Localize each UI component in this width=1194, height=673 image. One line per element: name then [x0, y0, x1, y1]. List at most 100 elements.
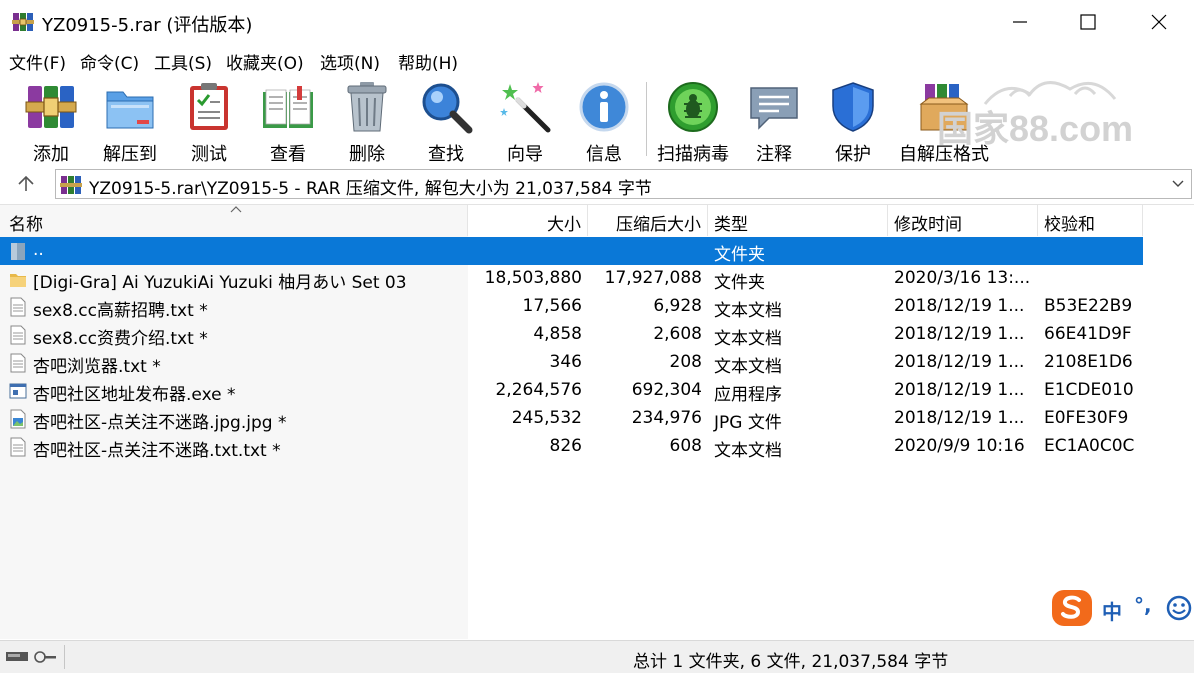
virus-scan-label: 扫描病毒: [657, 144, 729, 165]
column-header-size-label: 大小: [547, 215, 581, 235]
ime-punct-label[interactable]: °,: [1134, 593, 1152, 617]
text-file-icon: [10, 437, 26, 457]
title-bar[interactable]: YZ0915-5.rar (评估版本): [0, 0, 1194, 44]
file-crc: 2108E1D6: [1044, 352, 1133, 372]
up-one-level-button[interactable]: [10, 170, 42, 198]
add-label: 添加: [33, 144, 69, 165]
file-size: 17,566: [522, 296, 582, 316]
text-file-icon: [10, 353, 26, 373]
protect-label: 保护: [835, 144, 871, 165]
minimize-button[interactable]: [985, 0, 1055, 44]
file-modified: 2018/12/19 1...: [894, 380, 1025, 400]
view-book-icon: [263, 86, 313, 128]
wizard-button[interactable]: 向导: [486, 80, 564, 165]
minimize-icon: [1013, 21, 1027, 23]
file-crc: EC1A0C0C: [1044, 436, 1135, 456]
view-button[interactable]: 查看: [249, 80, 327, 165]
exe-file-icon: [9, 383, 27, 399]
menu-options[interactable]: 选项(N): [320, 49, 380, 74]
comment-button[interactable]: 注释: [735, 80, 813, 165]
file-modified: 2018/12/19 1...: [894, 408, 1025, 428]
window-title: YZ0915-5.rar (评估版本): [42, 15, 253, 36]
close-icon: [1151, 14, 1167, 30]
file-type: 文件夹: [714, 273, 765, 293]
menu-commands[interactable]: 命令(C): [80, 49, 139, 74]
delete-button[interactable]: 删除: [328, 80, 406, 165]
menu-file[interactable]: 文件(F): [9, 49, 66, 74]
file-type: 文本文档: [714, 329, 782, 349]
drive-lock-icon[interactable]: [6, 647, 58, 667]
table-row[interactable]: 杏吧社区地址发布器.exe * 2,264,576 692,304 应用程序 2…: [0, 377, 1143, 405]
virus-scan-button[interactable]: 扫描病毒: [654, 80, 732, 165]
file-packed-size: 6,928: [653, 296, 702, 316]
file-type: 应用程序: [714, 385, 782, 405]
maximize-button[interactable]: [1053, 0, 1123, 44]
column-header-name[interactable]: 名称: [0, 205, 468, 236]
column-header-modified[interactable]: 修改时间: [888, 205, 1038, 236]
file-size: 826: [549, 436, 582, 456]
table-row[interactable]: .. 文件夹: [0, 237, 1143, 265]
winrar-app-icon[interactable]: [12, 11, 34, 33]
table-row[interactable]: 杏吧浏览器.txt * 346 208 文本文档 2018/12/19 1...…: [0, 349, 1143, 377]
address-field[interactable]: YZ0915-5.rar\YZ0915-5 - RAR 压缩文件, 解包大小为 …: [55, 169, 1192, 199]
file-list[interactable]: 名称 大小 压缩后大小 类型 修改时间 校验和 .. 文件夹 [Digi-Gra…: [0, 204, 1194, 639]
extract-folder-icon: [106, 91, 154, 129]
list-header: 名称 大小 压缩后大小 类型 修改时间 校验和: [0, 205, 1143, 236]
file-name: sex8.cc高薪招聘.txt *: [33, 301, 208, 321]
status-summary: 总计 1 文件夹, 6 文件, 21,037,584 字节: [633, 652, 949, 672]
column-header-size[interactable]: 大小: [468, 205, 588, 236]
file-packed-size: 2,608: [653, 324, 702, 344]
file-type: JPG 文件: [714, 413, 782, 433]
smiley-icon[interactable]: [1166, 595, 1192, 621]
table-row[interactable]: [Digi-Gra] Ai YuzukiAi Yuzuki 柚月あい Set 0…: [0, 265, 1143, 293]
table-row[interactable]: sex8.cc高薪招聘.txt * 17,566 6,928 文本文档 2018…: [0, 293, 1143, 321]
watermark-text: 国家88.com: [937, 108, 1134, 149]
rar-archive-icon: [60, 176, 82, 194]
find-button[interactable]: 查找: [407, 80, 485, 165]
arrow-up-icon: [18, 175, 34, 191]
table-row[interactable]: 杏吧社区-点关注不迷路.txt.txt * 826 608 文本文档 2020/…: [0, 433, 1143, 461]
file-size: 18,503,880: [484, 268, 582, 288]
column-header-type-label: 类型: [714, 215, 748, 235]
file-crc: 66E41D9F: [1044, 324, 1132, 344]
test-label: 测试: [191, 144, 227, 165]
view-label: 查看: [270, 144, 306, 165]
file-type: 文件夹: [714, 245, 765, 265]
maximize-icon: [1080, 14, 1096, 30]
sogou-logo-icon[interactable]: [1050, 588, 1094, 628]
menu-help[interactable]: 帮助(H): [398, 49, 458, 74]
close-button[interactable]: [1124, 0, 1194, 44]
toolbar: 添加 解压到 测试 查看 删除 查找 向导 信息 扫描病毒 注释 保护 自解压格…: [0, 74, 1194, 166]
add-button[interactable]: 添加: [12, 80, 90, 165]
table-row[interactable]: 杏吧社区-点关注不迷路.jpg.jpg * 245,532 234,976 JP…: [0, 405, 1143, 433]
info-label: 信息: [586, 144, 622, 165]
address-path: YZ0915-5.rar\YZ0915-5 - RAR 压缩文件, 解包大小为 …: [89, 179, 652, 199]
column-header-crc[interactable]: 校验和: [1038, 205, 1143, 236]
info-button[interactable]: 信息: [565, 80, 643, 165]
test-clipboard-icon: [190, 83, 228, 130]
extract-to-button[interactable]: 解压到: [91, 80, 169, 165]
test-button[interactable]: 测试: [170, 80, 248, 165]
chevron-down-icon[interactable]: [1171, 177, 1185, 191]
file-size: 346: [549, 352, 582, 372]
file-size: 2,264,576: [495, 380, 582, 400]
ime-mode-label[interactable]: 中: [1102, 596, 1122, 625]
column-header-type[interactable]: 类型: [708, 205, 888, 236]
file-name: sex8.cc资费介绍.txt *: [33, 329, 208, 349]
file-size: 245,532: [511, 408, 582, 428]
column-header-packed[interactable]: 压缩后大小: [588, 205, 708, 236]
watermark-logo: 国家88.com: [925, 74, 1180, 154]
address-bar: YZ0915-5.rar\YZ0915-5 - RAR 压缩文件, 解包大小为 …: [0, 166, 1194, 202]
table-row[interactable]: sex8.cc资费介绍.txt * 4,858 2,608 文本文档 2018/…: [0, 321, 1143, 349]
column-header-modified-label: 修改时间: [894, 215, 962, 235]
menu-favorites[interactable]: 收藏夹(O): [226, 49, 304, 74]
virus-scan-icon: [668, 82, 718, 132]
file-name: [Digi-Gra] Ai YuzukiAi Yuzuki 柚月あい Set 0…: [33, 273, 407, 293]
file-crc: B53E22B9: [1044, 296, 1133, 316]
parent-folder-icon: [11, 243, 25, 260]
protect-button[interactable]: 保护: [814, 80, 892, 165]
find-label: 查找: [428, 144, 464, 165]
ime-toolbar[interactable]: 中 °,: [1050, 588, 1194, 628]
menu-tools[interactable]: 工具(S): [154, 49, 212, 74]
file-name: 杏吧社区地址发布器.exe *: [33, 385, 236, 405]
